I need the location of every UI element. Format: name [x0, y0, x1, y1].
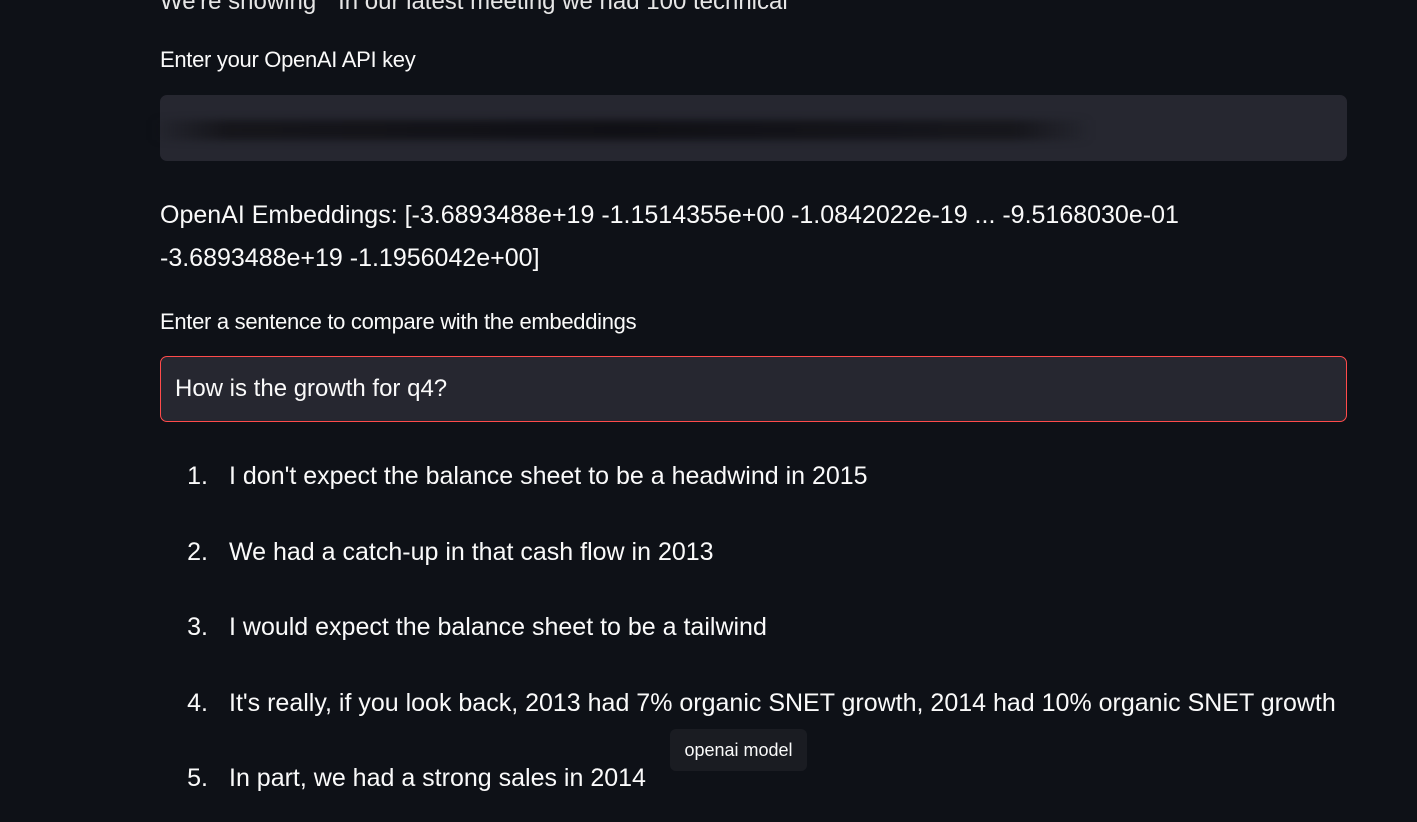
- list-item-text: We had a catch-up in that cash flow in 2…: [229, 537, 714, 566]
- compare-field[interactable]: [160, 356, 1347, 422]
- previous-output-text: We're showing " In our latest meeting we…: [160, 0, 788, 15]
- embeddings-label: OpenAI Embeddings:: [160, 201, 398, 229]
- embeddings-output: OpenAI Embeddings: [-3.6893488e+19 -1.15…: [160, 194, 1340, 280]
- list-item-text: It's really, if you look back, 2013 had …: [229, 688, 1336, 717]
- list-item-number: 2.: [187, 537, 208, 566]
- api-key-field[interactable]: [151, 95, 1347, 161]
- list-item: 2. We had a catch-up in that cash flow i…: [160, 534, 1336, 610]
- api-key-label: Enter your OpenAI API key: [160, 47, 416, 72]
- list-item-number: 5.: [187, 764, 208, 792]
- list-item-text: I don't expect the balance sheet to be a…: [229, 462, 868, 490]
- model-tooltip: openai model: [670, 729, 807, 771]
- list-item: 3. I would expect the balance sheet to b…: [160, 609, 1336, 685]
- list-item-number: 1.: [187, 462, 208, 490]
- app-page: We're showing " In our latest meeting we…: [0, 0, 1417, 822]
- compare-input[interactable]: [161, 357, 1346, 421]
- list-item-text: In part, we had a strong sales in 2014: [229, 764, 646, 792]
- list-item: 1. I don't expect the balance sheet to b…: [160, 458, 1336, 534]
- list-item-number: 3.: [187, 613, 208, 641]
- list-item-text: I would expect the balance sheet to be a…: [229, 613, 767, 641]
- redacted-key-blur: [151, 120, 1091, 140]
- list-item-number: 4.: [187, 688, 208, 717]
- compare-label: Enter a sentence to compare with the emb…: [160, 309, 637, 334]
